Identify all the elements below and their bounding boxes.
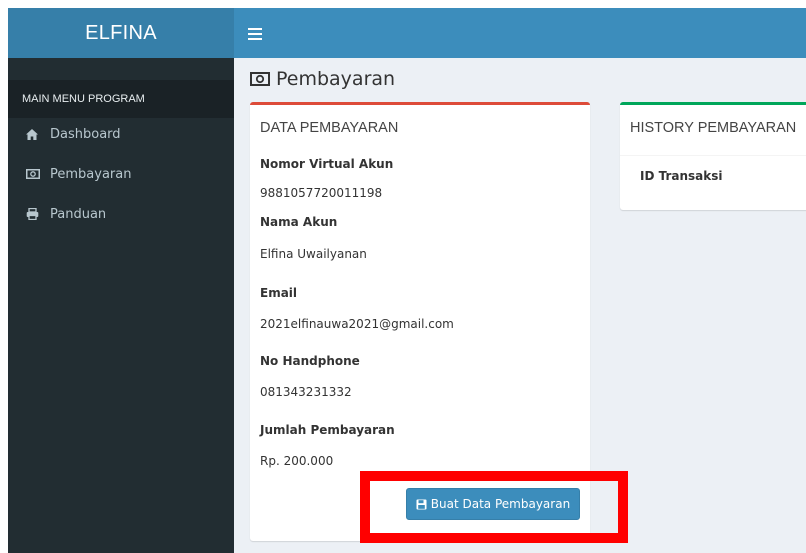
money-icon [250, 72, 270, 86]
divider [620, 155, 806, 156]
sidebar-item-dashboard[interactable]: Dashboard [8, 114, 234, 154]
money-icon [26, 169, 42, 179]
field-value-account-name: Elfina Uwailyanan [260, 247, 367, 261]
page-title: Pembayaran [250, 68, 395, 90]
print-icon [26, 208, 42, 220]
field-value-amount: Rp. 200.000 [260, 454, 334, 468]
top-navbar [234, 8, 806, 58]
sidebar-item-pembayaran[interactable]: Pembayaran [8, 154, 234, 194]
field-label-phone: No Handphone [260, 354, 360, 368]
field-label-email: Email [260, 286, 298, 300]
table-header-id-transaksi: ID Transaksi [640, 169, 723, 183]
field-value-virtual-account: 9881057720011198 [260, 186, 383, 200]
top-strip [0, 0, 806, 8]
sidebar: MAIN MENU PROGRAM Dashboard Pembayaran P… [8, 58, 234, 553]
app-logo[interactable]: ELFINA [8, 8, 234, 58]
annotation-highlight-box [360, 471, 628, 543]
panel-title: HISTORY PEMBAYARAN [630, 120, 797, 136]
sidebar-item-label: Dashboard [50, 126, 121, 142]
sidebar-section-header: MAIN MENU PROGRAM [8, 80, 234, 118]
field-label-virtual-account: Nomor Virtual Akun [260, 157, 394, 171]
page-title-text: Pembayaran [276, 68, 396, 90]
home-icon [26, 128, 42, 140]
sidebar-item-panduan[interactable]: Panduan [8, 194, 234, 234]
history-pembayaran-panel: HISTORY PEMBAYARAN ID Transaksi [620, 102, 806, 210]
field-value-phone: 081343231332 [260, 385, 352, 399]
hamburger-icon[interactable] [248, 23, 262, 43]
field-label-account-name: Nama Akun [260, 215, 338, 229]
field-value-email: 2021elfinauwa2021@gmail.com [260, 317, 454, 331]
sidebar-item-label: Pembayaran [50, 166, 132, 182]
sidebar-item-label: Panduan [50, 206, 107, 222]
field-label-amount: Jumlah Pembayaran [260, 423, 395, 437]
panel-title: DATA PEMBAYARAN [260, 120, 399, 136]
